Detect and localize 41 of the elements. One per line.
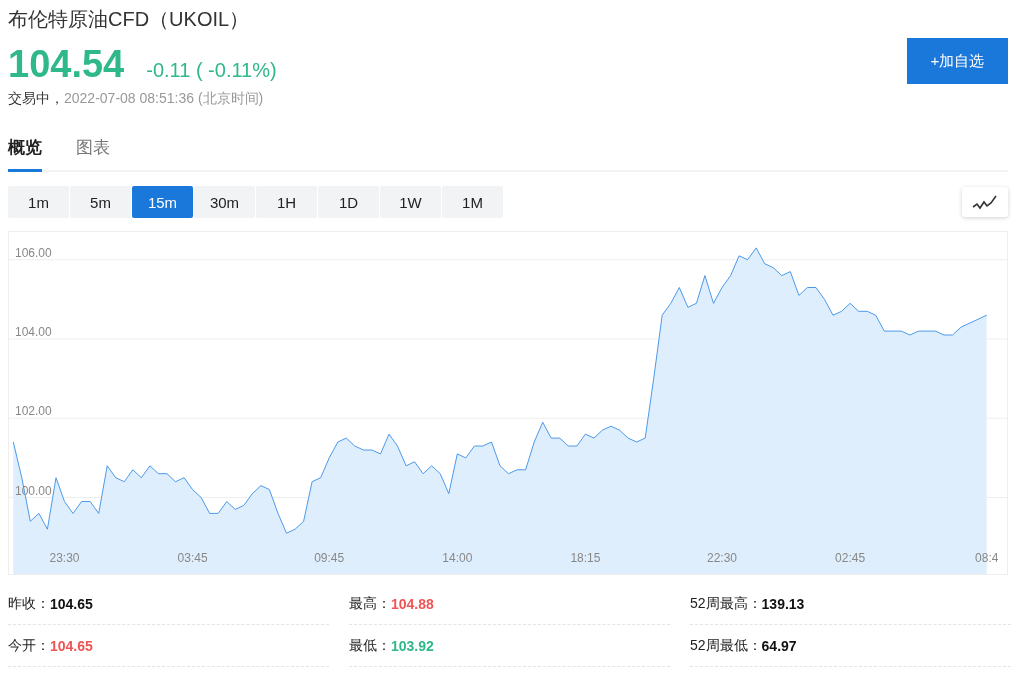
period-tab[interactable]: 1m: [8, 186, 69, 218]
stat-value: 104.65: [50, 637, 93, 654]
quote-time: 2022-07-08 08:51:36 (北京时间): [64, 90, 264, 108]
tab[interactable]: 概览: [8, 132, 42, 172]
period-tab[interactable]: 1H: [256, 186, 317, 218]
stat-label: 52周最高：: [690, 594, 762, 613]
instrument-title: 布伦特原油CFD（UKOIL）: [8, 7, 251, 32]
stat-value: 64.97: [761, 637, 797, 654]
x-axis-label: 22:30: [707, 551, 738, 565]
x-axis-label: 03:45: [177, 551, 208, 565]
stat-label: 最高：: [349, 594, 391, 613]
x-axis-label: 23:30: [49, 551, 80, 565]
x-axis-label: 02:45: [835, 551, 866, 565]
x-axis-label: 14:00: [442, 551, 473, 565]
y-axis-label: 102.00: [15, 404, 52, 419]
line-chart-icon: [972, 194, 998, 210]
price-change: -0.11 ( -0.11%): [146, 59, 277, 82]
stat-label: 昨收：: [8, 594, 50, 613]
y-axis-label: 106.00: [15, 245, 52, 260]
trading-status: 交易中，: [8, 90, 64, 108]
stat-label: 最低：: [349, 636, 391, 655]
chart-type-button[interactable]: [962, 187, 1008, 217]
y-axis-label: 104.00: [15, 325, 52, 339]
stat-value: 104.65: [50, 595, 93, 612]
x-axis-label: 18:15: [570, 551, 601, 565]
last-price: 104.54: [8, 43, 125, 86]
stat-value: 104.88: [391, 595, 434, 612]
period-tab[interactable]: 30m: [194, 186, 255, 218]
period-tab[interactable]: 15m: [132, 186, 193, 218]
x-axis-label: 09:45: [314, 551, 345, 565]
period-tab[interactable]: 1M: [442, 186, 503, 218]
tab[interactable]: 图表: [76, 132, 110, 172]
stat-label: 52周最低：: [690, 636, 762, 655]
period-tab[interactable]: 1W: [380, 186, 441, 218]
x-axis-label: 08:4: [975, 551, 999, 565]
add-watchlist-button[interactable]: +加自选: [907, 38, 1008, 84]
period-tab[interactable]: 1D: [318, 186, 379, 218]
stat-value: 103.92: [391, 637, 434, 654]
stat-label: 今开：: [8, 636, 50, 655]
stat-value: 139.13: [761, 595, 805, 612]
period-tab[interactable]: 5m: [70, 186, 131, 218]
